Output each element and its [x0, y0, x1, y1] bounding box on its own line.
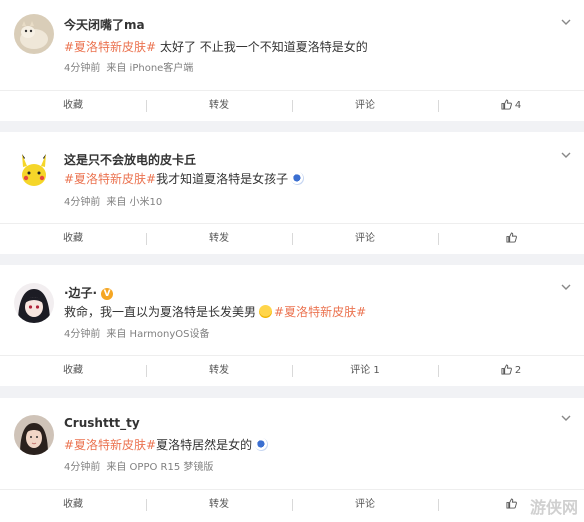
- action-bar: 收藏 转发 评论: [0, 489, 584, 520]
- collect-button[interactable]: 收藏: [0, 224, 146, 254]
- avatar[interactable]: [14, 283, 54, 323]
- collect-button[interactable]: 收藏: [0, 91, 146, 121]
- repost-label: 转发: [209, 100, 229, 111]
- comment-label: 评论 1: [350, 365, 380, 376]
- comment-button[interactable]: 评论: [292, 224, 438, 254]
- weibo-post-1: 今天闭嘴了ma #夏洛特新皮肤# 太好了 不止我一个不知道夏洛特是女的 4分钟前…: [0, 0, 584, 121]
- thumbs-up-icon: [505, 232, 517, 243]
- post-time[interactable]: 4分钟前: [64, 197, 100, 208]
- chevron-down-icon[interactable]: [560, 16, 572, 28]
- action-bar: 收藏 转发 评论: [0, 223, 584, 254]
- weibo-post-2: 这是只不会放电的皮卡丘 #夏洛特新皮肤#我才知道夏洛特是女孩子 4分钟前 来自 小…: [0, 132, 584, 254]
- chevron-down-icon[interactable]: [560, 281, 572, 293]
- portrait-avatar-image: [14, 415, 54, 455]
- crying-emoji-icon: [259, 305, 273, 318]
- comment-button[interactable]: 评论: [292, 490, 438, 520]
- username-text: ·边子·: [64, 286, 98, 300]
- like-count: 2: [514, 365, 522, 376]
- username[interactable]: 这是只不会放电的皮卡丘: [64, 151, 196, 168]
- post-text: 救命，我一直以为夏洛特是长发美男: [64, 305, 257, 319]
- post-meta: 4分钟前 来自 小米10: [64, 193, 162, 208]
- like-count: 4: [514, 100, 522, 111]
- collect-label: 收藏: [63, 365, 83, 376]
- post-source: 来自 iPhone客户端: [106, 63, 194, 74]
- post-time[interactable]: 4分钟前: [64, 329, 100, 340]
- like-button[interactable]: 4: [438, 91, 584, 121]
- collect-label: 收藏: [63, 100, 83, 111]
- avatar[interactable]: [14, 14, 54, 54]
- emoji-icon: [255, 438, 269, 451]
- comment-button[interactable]: 评论 1: [292, 356, 438, 386]
- repost-label: 转发: [209, 499, 229, 510]
- action-bar: 收藏 转发 评论 1 2: [0, 355, 584, 386]
- post-text: 夏洛特居然是女的: [156, 438, 253, 452]
- comment-label: 评论: [355, 100, 375, 111]
- comment-button[interactable]: 评论: [292, 91, 438, 121]
- repost-button[interactable]: 转发: [146, 490, 292, 520]
- post-source: 来自 OPPO R15 梦镜版: [106, 462, 214, 473]
- hashtag-link[interactable]: #夏洛特新皮肤#: [64, 40, 156, 54]
- post-meta: 4分钟前 来自 iPhone客户端: [64, 59, 193, 74]
- avatar[interactable]: [14, 150, 54, 190]
- cat-avatar-image: [14, 14, 54, 54]
- emoji-icon: [291, 172, 305, 185]
- post-text: 我才知道夏洛特是女孩子: [156, 172, 289, 186]
- comment-label: 评论: [355, 233, 375, 244]
- username[interactable]: Crushttt_ty: [64, 416, 140, 430]
- repost-button[interactable]: 转发: [146, 356, 292, 386]
- post-meta: 4分钟前 来自 OPPO R15 梦镜版: [64, 458, 213, 473]
- repost-button[interactable]: 转发: [146, 91, 292, 121]
- post-content: #夏洛特新皮肤#我才知道夏洛特是女孩子: [64, 170, 305, 187]
- collect-button[interactable]: 收藏: [0, 490, 146, 520]
- like-button[interactable]: 2: [438, 356, 584, 386]
- hashtag-link[interactable]: #夏洛特新皮肤#: [64, 172, 156, 186]
- repost-label: 转发: [209, 233, 229, 244]
- comment-label: 评论: [355, 499, 375, 510]
- weibo-post-3: ·边子· V 救命，我一直以为夏洛特是长发美男 #夏洛特新皮肤# 4分钟前 来自 Ha…: [0, 265, 584, 386]
- action-bar: 收藏 转发 评论 4: [0, 90, 584, 121]
- pikachu-avatar-image: [14, 150, 54, 190]
- chevron-down-icon[interactable]: [560, 412, 572, 424]
- anime-girl-avatar-image: [14, 283, 54, 323]
- site-watermark: 游侠网: [529, 498, 578, 517]
- thumbs-up-icon: [501, 99, 512, 110]
- post-content: #夏洛特新皮肤# 太好了 不止我一个不知道夏洛特是女的: [64, 38, 368, 55]
- thumbs-up-icon: [501, 364, 512, 375]
- post-source: 来自 HarmonyOS设备: [106, 329, 210, 340]
- hashtag-link[interactable]: #夏洛特新皮肤#: [274, 305, 366, 319]
- collect-label: 收藏: [63, 499, 83, 510]
- avatar[interactable]: [14, 415, 54, 455]
- post-content: 救命，我一直以为夏洛特是长发美男 #夏洛特新皮肤#: [64, 303, 366, 320]
- weibo-post-4: Crushttt_ty #夏洛特新皮肤#夏洛特居然是女的 4分钟前 来自 OPPO…: [0, 398, 584, 522]
- post-source: 来自 小米10: [106, 197, 163, 208]
- hashtag-link[interactable]: #夏洛特新皮肤#: [64, 438, 156, 452]
- like-button[interactable]: [438, 224, 584, 254]
- verified-badge-icon: V: [101, 287, 114, 300]
- post-content: #夏洛特新皮肤#夏洛特居然是女的: [64, 436, 269, 453]
- post-text: 太好了 不止我一个不知道夏洛特是女的: [156, 40, 368, 54]
- chevron-down-icon[interactable]: [560, 149, 572, 161]
- thumbs-up-icon: [505, 498, 517, 509]
- repost-button[interactable]: 转发: [146, 224, 292, 254]
- username[interactable]: ·边子· V: [64, 284, 114, 301]
- username[interactable]: 今天闭嘴了ma: [64, 16, 145, 33]
- collect-button[interactable]: 收藏: [0, 356, 146, 386]
- post-time[interactable]: 4分钟前: [64, 462, 100, 473]
- repost-label: 转发: [209, 365, 229, 376]
- collect-label: 收藏: [63, 233, 83, 244]
- post-meta: 4分钟前 来自 HarmonyOS设备: [64, 325, 209, 340]
- post-time[interactable]: 4分钟前: [64, 63, 100, 74]
